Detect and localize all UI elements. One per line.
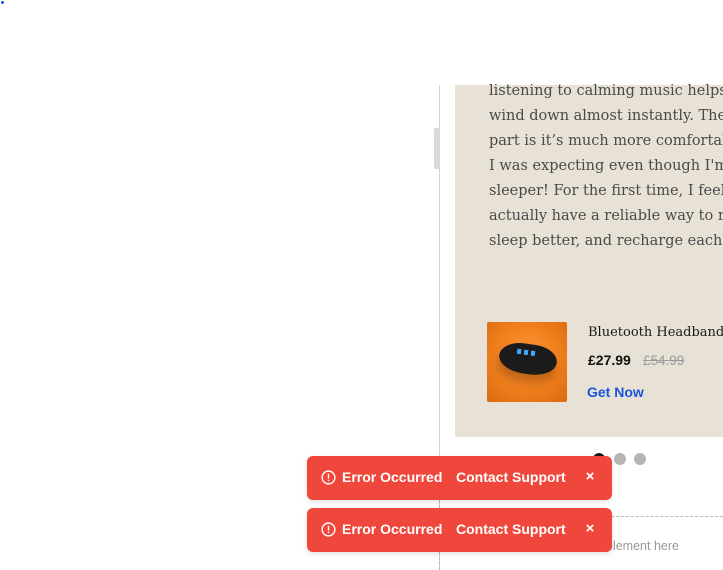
carousel-dot-3[interactable] xyxy=(634,453,646,465)
testimonial-text: listening to calming music helps me wind… xyxy=(489,79,723,254)
get-now-link[interactable]: Get Now xyxy=(587,384,644,400)
testimonial-line: sleeper! For the first time, I feel like… xyxy=(489,183,723,199)
headband-icon xyxy=(497,340,559,378)
product-old-price: £54.99 xyxy=(643,353,685,368)
corner-marker xyxy=(1,1,4,4)
page: listening to calming music helps me wind… xyxy=(0,0,723,570)
testimonial-line: actually have a reliable way to relax, xyxy=(489,208,723,224)
carousel-dot-2[interactable] xyxy=(614,453,626,465)
product-price: £27.99 xyxy=(588,352,631,368)
testimonial-line: sleep better, and recharge each night. xyxy=(489,233,723,249)
testimonial-line: part is it’s much more comfortable than xyxy=(489,133,723,149)
contact-support-button[interactable]: Contact Support xyxy=(456,469,566,485)
testimonial-line: I was expecting even though I'm a side xyxy=(489,158,723,174)
testimonial-line: wind down almost instantly. The best xyxy=(489,108,723,124)
toast-title: Error Occurred xyxy=(342,469,443,485)
testimonial-line: listening to calming music helps me xyxy=(489,83,723,99)
error-toast: Error Occurred Contact Support × xyxy=(307,456,612,500)
product-title: Bluetooth Headband xyxy=(588,325,723,340)
contact-support-button[interactable]: Contact Support xyxy=(456,521,566,537)
error-toast: Error Occurred Contact Support × xyxy=(307,508,612,552)
alert-circle-icon xyxy=(321,470,336,485)
product-row: Bluetooth Headband £27.99 £54.99 Get Now xyxy=(487,322,723,402)
close-icon[interactable]: × xyxy=(583,467,597,487)
close-icon[interactable]: × xyxy=(583,519,597,539)
resize-handle[interactable] xyxy=(434,128,440,169)
toast-title: Error Occurred xyxy=(342,521,443,537)
product-image[interactable] xyxy=(487,322,567,402)
testimonial-card: listening to calming music helps me wind… xyxy=(455,83,723,437)
drop-zone[interactable]: element here xyxy=(606,516,723,570)
drop-zone-label: element here xyxy=(606,539,679,553)
alert-circle-icon xyxy=(321,522,336,537)
